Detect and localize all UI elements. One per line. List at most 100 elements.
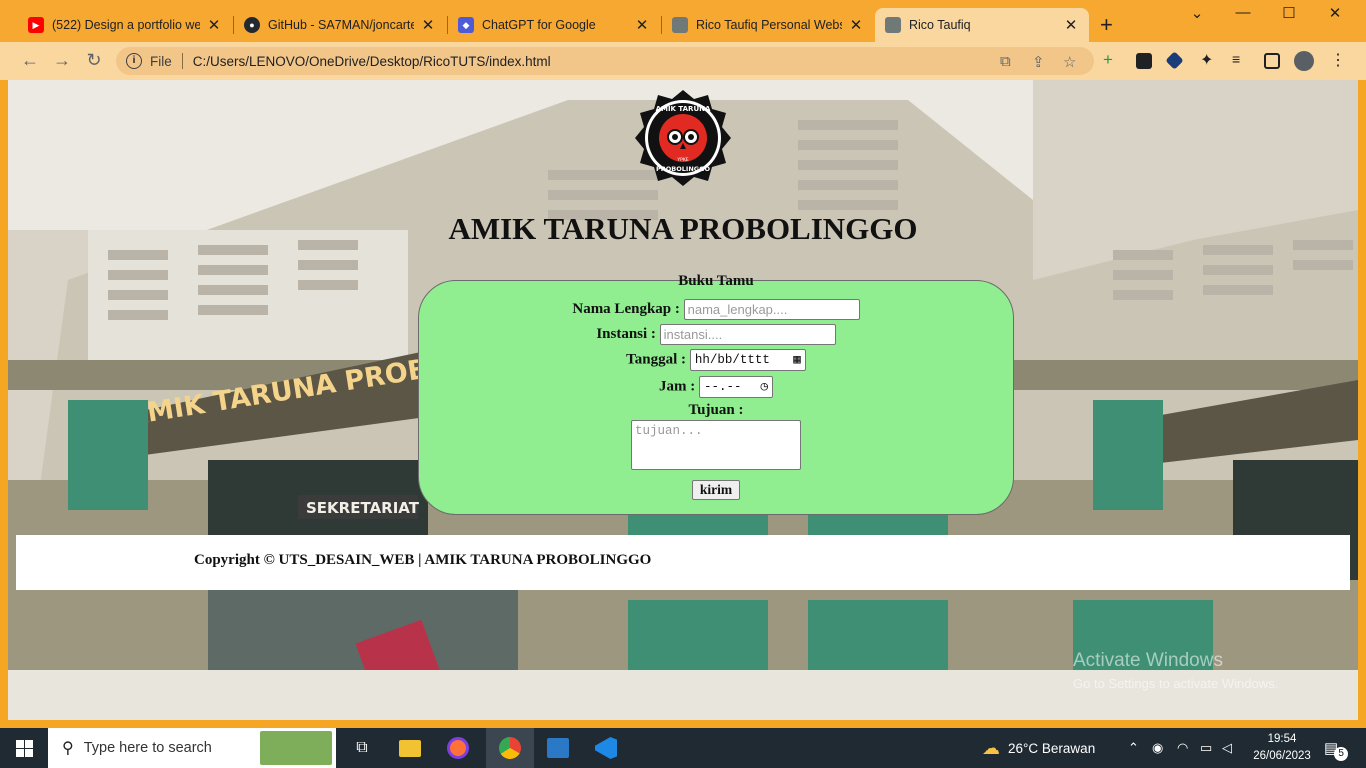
background-photo-tile <box>1033 80 1358 720</box>
clock-icon[interactable]: ◷ <box>760 377 768 397</box>
amik-taruna-logo: AMIK TARUNA PROBOLINGGO YPKE <box>634 89 732 187</box>
tujuan-label: Tujuan : <box>688 402 744 418</box>
github-icon: ● <box>244 17 260 33</box>
tab-title: GitHub - SA7MAN/joncarter <box>268 18 414 32</box>
jam-row: Jam : --.-- ◷ <box>419 376 1013 398</box>
close-icon[interactable]: ✕ <box>848 16 864 34</box>
notification-center-icon[interactable]: ▤ 5 <box>1324 728 1349 768</box>
footer-copyright: Copyright © UTS_DESAIN_WEB | AMIK TARUNA… <box>194 552 652 568</box>
chrome-icon[interactable] <box>486 728 534 768</box>
firefox-icon[interactable] <box>434 728 482 768</box>
new-tab-button[interactable]: + <box>1100 14 1113 36</box>
browser-tab-strip: ▶ (522) Design a portfolio web ✕ ● GitHu… <box>0 0 1366 42</box>
search-icon: ⚲ <box>62 740 74 757</box>
tab-github[interactable]: ● GitHub - SA7MAN/joncarter ✕ <box>234 8 446 42</box>
record-icon[interactable]: ◉ <box>1152 728 1163 768</box>
svg-text:SEKRETARIAT: SEKRETARIAT <box>306 499 420 517</box>
menu-dots-icon[interactable]: ⋮ <box>1330 50 1346 69</box>
date-input[interactable]: hh/bb/tttt ▦ <box>689 349 806 371</box>
puzzle-icon[interactable]: ✦ <box>1200 50 1216 69</box>
svg-text:PROBOLINGGO: PROBOLINGGO <box>656 165 710 173</box>
submit-button[interactable]: kirim <box>691 480 741 500</box>
maximize-button[interactable]: ☐ <box>1266 4 1312 22</box>
activate-windows-watermark: Activate Windows Go to Settings to activ… <box>1073 650 1279 691</box>
name-input[interactable] <box>683 299 860 320</box>
weather-icon: ☁ <box>982 737 1000 758</box>
close-icon[interactable]: ✕ <box>1063 16 1079 34</box>
weather-text: 26°C Berawan <box>1008 740 1096 756</box>
windows-taskbar: ⚲ Type here to search ⧉ ☁ 26°C Berawan ⌃… <box>0 728 1366 768</box>
instansi-row: Instansi : <box>419 324 1013 345</box>
close-icon[interactable]: ✕ <box>206 16 222 34</box>
bookmark-star-icon[interactable]: ☆ <box>1063 53 1076 71</box>
tab-title: ChatGPT for Google <box>482 18 596 32</box>
forward-button[interactable]: → <box>50 50 74 71</box>
page-viewport: AMIK TARUNA PROBOLINGGO SEKRETARIAT AMIK… <box>8 80 1358 720</box>
calendar-icon[interactable]: ▦ <box>793 350 801 370</box>
avatar[interactable] <box>1294 51 1314 71</box>
submit-row: kirim <box>419 480 1013 500</box>
browser-toolbar: ← → ↻ i File C:/Users/LENOVO/OneDrive/De… <box>0 42 1366 80</box>
weather-widget[interactable]: ☁ 26°C Berawan <box>982 728 1095 768</box>
tujuan-row: Tujuan : <box>419 402 1013 419</box>
clock-date: 26/06/2023 <box>1253 750 1311 762</box>
reload-button[interactable]: ↻ <box>82 50 106 71</box>
close-window-button[interactable]: ✕ <box>1312 4 1358 22</box>
extension-icon[interactable] <box>1136 53 1152 69</box>
windows-start-icon[interactable] <box>0 728 48 768</box>
media-control-icon[interactable]: ≡ <box>1232 51 1248 67</box>
taskbar-clock[interactable]: 19:54 26/06/2023 <box>1250 731 1314 765</box>
page-title: AMIK TARUNA PROBOLINGGO <box>448 211 918 246</box>
photos-icon[interactable] <box>534 728 582 768</box>
tujuan-textarea[interactable] <box>631 420 801 470</box>
extension-plus-icon[interactable]: + <box>1103 50 1119 69</box>
profile-photo-icon <box>672 17 688 33</box>
extension-hex-icon[interactable] <box>1165 51 1184 70</box>
tab-youtube[interactable]: ▶ (522) Design a portfolio web ✕ <box>18 8 232 42</box>
clock-time: 19:54 <box>1267 733 1297 745</box>
side-panel-icon[interactable] <box>1264 53 1280 69</box>
back-button[interactable]: ← <box>18 50 42 71</box>
time-input[interactable]: --.-- ◷ <box>699 376 773 398</box>
close-icon[interactable]: ✕ <box>420 16 436 34</box>
close-icon[interactable]: ✕ <box>634 16 650 34</box>
tab-title: Rico Taufiq Personal Website <box>696 18 842 32</box>
battery-icon[interactable]: ▭ <box>1200 728 1212 768</box>
tab-chatgpt[interactable]: ◆ ChatGPT for Google ✕ <box>448 8 660 42</box>
svg-text:AMIK TARUNA: AMIK TARUNA <box>656 105 711 113</box>
address-bar[interactable]: i File C:/Users/LENOVO/OneDrive/Desktop/… <box>116 47 1094 75</box>
jam-label: Jam : <box>659 378 696 395</box>
guest-book-form: Buku Tamu Nama Lengkap : Instansi : Tang… <box>418 273 1014 515</box>
file-explorer-icon[interactable] <box>386 728 434 768</box>
url-text[interactable]: C:/Users/LENOVO/OneDrive/Desktop/RicoTUT… <box>193 54 551 69</box>
tab-search-chevron-icon[interactable]: ⌄ <box>1174 4 1220 22</box>
scheme-label: File <box>150 53 172 69</box>
svg-text:YPKE: YPKE <box>676 157 688 163</box>
task-view-icon[interactable]: ⧉ <box>338 728 386 768</box>
tanggal-label: Tanggal : <box>626 351 687 368</box>
tab-title: Rico Taufiq <box>909 18 971 32</box>
volume-icon[interactable]: ◁ <box>1222 728 1232 768</box>
notification-badge: 5 <box>1334 747 1349 761</box>
info-icon[interactable]: i <box>126 53 142 69</box>
search-highlight-image <box>260 731 332 765</box>
tujuan-field-row <box>419 420 1013 470</box>
instansi-input[interactable] <box>659 324 836 345</box>
form-legend: Buku Tamu <box>678 273 754 289</box>
show-hidden-icons-chevron-icon[interactable]: ⌃ <box>1128 728 1139 768</box>
youtube-icon: ▶ <box>28 17 44 33</box>
name-label: Nama Lengkap : <box>572 300 680 317</box>
profile-photo-icon <box>885 17 901 33</box>
minimize-button[interactable]: — <box>1220 4 1266 21</box>
tanggal-row: Tanggal : hh/bb/tttt ▦ <box>419 349 1013 371</box>
page-footer: Copyright © UTS_DESAIN_WEB | AMIK TARUNA… <box>16 535 1350 590</box>
chatgpt-for-google-icon: ◆ <box>458 17 474 33</box>
wifi-icon[interactable]: ◠ <box>1177 728 1188 768</box>
tab-rico-personal[interactable]: Rico Taufiq Personal Website ✕ <box>662 8 874 42</box>
instansi-label: Instansi : <box>596 325 656 342</box>
translate-icon[interactable]: ⧉ <box>1000 53 1011 70</box>
tab-rico-taufiq[interactable]: Rico Taufiq ✕ <box>875 8 1089 42</box>
vscode-icon[interactable] <box>582 728 630 768</box>
taskbar-search[interactable]: ⚲ Type here to search <box>48 728 336 768</box>
share-icon[interactable]: ⇪ <box>1032 53 1045 71</box>
